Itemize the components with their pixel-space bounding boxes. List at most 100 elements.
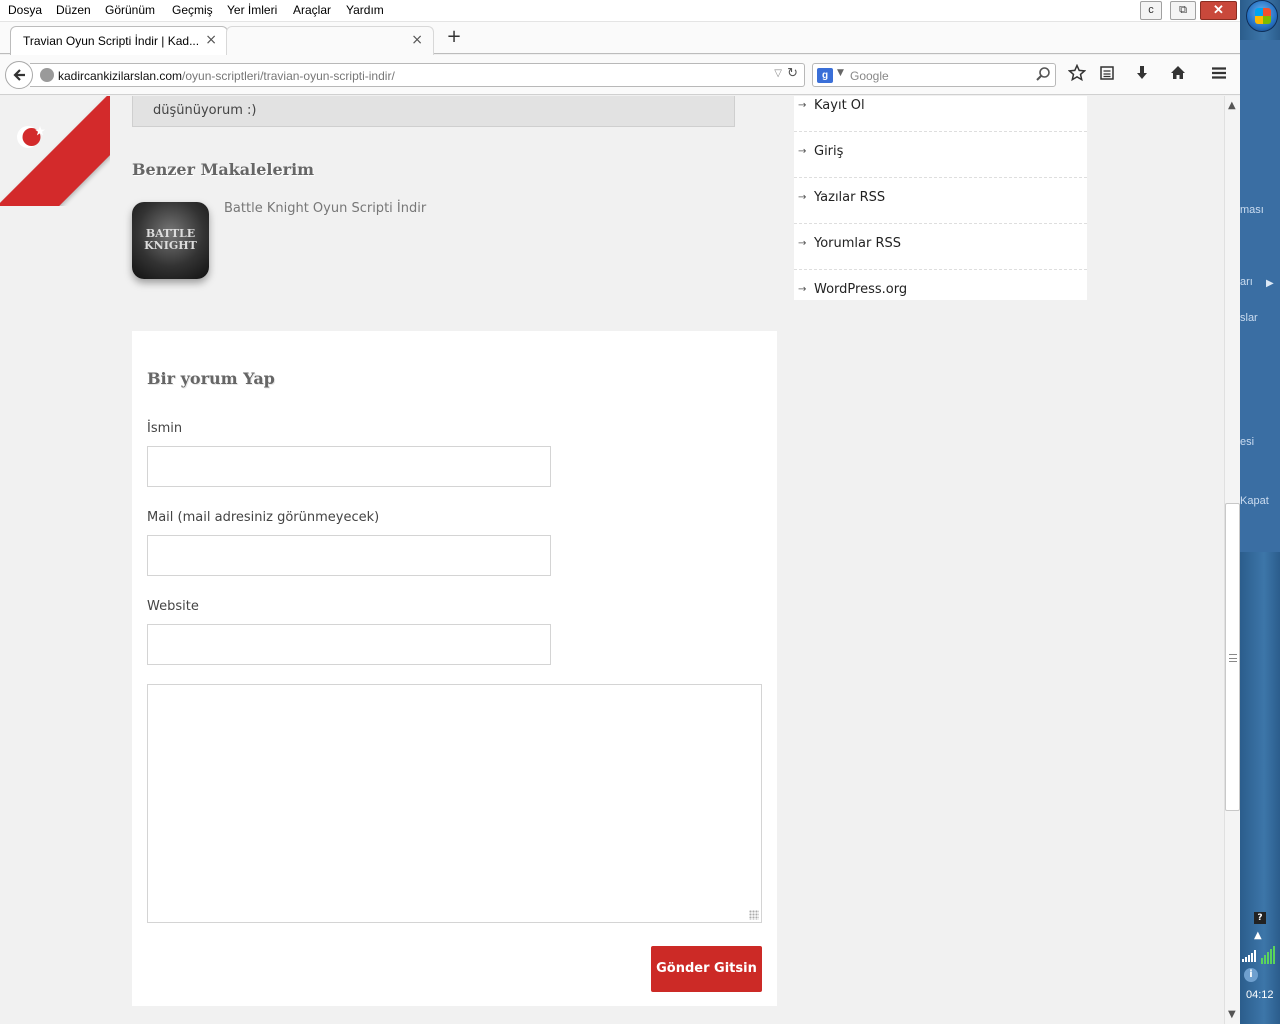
navigation-bar: kadircankizilarslan.com/oyun-scriptleri/…	[0, 55, 1240, 95]
home-icon[interactable]	[1167, 64, 1189, 86]
download-icon[interactable]	[1131, 64, 1153, 86]
url-path: /oyun-scriptleri/travian-oyun-scripti-in…	[182, 69, 395, 83]
comment-form: Bir yorum Yap İsmin Mail (mail adresiniz…	[132, 331, 777, 1006]
tab-inactive[interactable]: ×	[226, 26, 434, 55]
minimize-button[interactable]: c	[1140, 1, 1162, 20]
menu-help[interactable]: Yardım	[346, 3, 384, 17]
system-clock[interactable]: 04:12	[1246, 989, 1274, 1001]
url-dropdown-icon[interactable]: ▽	[774, 68, 782, 79]
info-icon[interactable]: i	[1244, 968, 1258, 982]
meta-item-login[interactable]: → Giriş	[794, 132, 1087, 178]
turkish-flag-ribbon	[0, 96, 110, 206]
globe-icon	[40, 68, 54, 82]
battery-bars-icon[interactable]	[1260, 946, 1276, 964]
house-icon	[1171, 66, 1185, 79]
scroll-thumb[interactable]	[1225, 503, 1240, 811]
star-icon	[1067, 63, 1087, 82]
tray-expand-icon[interactable]: ▲	[1254, 930, 1262, 941]
panel-text[interactable]: Kapat	[1240, 495, 1269, 507]
menu-file[interactable]: Dosya	[8, 3, 42, 17]
tab-bar: Travian Oyun Scripti İndir | Kad... × × …	[0, 22, 1240, 55]
sidebar-meta-widget: → Kayıt Ol → Giriş → Yazılar RSS → Yorum…	[794, 96, 1087, 300]
tab-title: Travian Oyun Scripti İndir | Kad...	[23, 34, 200, 48]
thumbnail-text: BATTLE KNIGHT	[144, 227, 197, 252]
arrow-right-icon: →	[798, 192, 807, 203]
search-bar[interactable]: g ▼ Google	[812, 63, 1056, 87]
website-label: Website	[147, 599, 199, 614]
related-post-link[interactable]: Battle Knight Oyun Scripti İndir	[224, 201, 426, 216]
scroll-up-icon[interactable]: ▲	[1228, 100, 1236, 111]
network-signal-icon[interactable]	[1242, 950, 1258, 962]
google-icon[interactable]: g	[817, 68, 833, 83]
related-posts-heading: Benzer Makalelerim	[132, 160, 315, 179]
url-text[interactable]: kadircankizilarslan.com/oyun-scriptleri/…	[58, 69, 395, 83]
comment-textarea[interactable]	[147, 684, 762, 923]
list-icon	[1100, 66, 1114, 80]
tab-close-icon[interactable]: ×	[411, 32, 423, 48]
menu-view[interactable]: Görünüm	[105, 3, 155, 17]
meta-item-label[interactable]: WordPress.org	[814, 282, 907, 297]
meta-item-posts-rss[interactable]: → Yazılar RSS	[794, 178, 1087, 224]
mail-label: Mail (mail adresiniz görünmeyecek)	[147, 510, 380, 525]
meta-item-wordpress[interactable]: → WordPress.org	[794, 270, 1087, 316]
name-label: İsmin	[147, 421, 183, 436]
crescent-star-icon	[17, 126, 45, 148]
vertical-scrollbar[interactable]: ▲ ▼	[1224, 96, 1240, 1024]
meta-item-label[interactable]: Yazılar RSS	[814, 190, 885, 205]
reading-list-icon[interactable]	[1096, 64, 1118, 86]
bookmark-star-icon[interactable]	[1066, 63, 1088, 86]
menu-bar: Dosya Düzen Görünüm Geçmiş Yer İmleri Ar…	[0, 0, 1240, 22]
help-icon[interactable]: ?	[1254, 912, 1266, 924]
close-window-button[interactable]: ✕	[1200, 1, 1237, 20]
scroll-down-icon[interactable]: ▼	[1228, 1009, 1236, 1020]
restore-button[interactable]: ⧉	[1170, 1, 1196, 20]
meta-item-label[interactable]: Yorumlar RSS	[814, 236, 901, 251]
tab-active[interactable]: Travian Oyun Scripti İndir | Kad... ×	[10, 26, 228, 55]
tab-close-icon[interactable]: ×	[205, 32, 217, 48]
menu-bookmarks[interactable]: Yer İmleri	[227, 3, 277, 17]
mail-input[interactable]	[147, 535, 551, 576]
windows-taskbar: ması ▶ arı slar esi Kapat ? ▲ i 04:12	[1240, 0, 1280, 1024]
meta-item-label[interactable]: Kayıt Ol	[814, 98, 865, 113]
comment-form-heading: Bir yorum Yap	[147, 369, 275, 388]
start-button-icon[interactable]	[1246, 0, 1278, 32]
meta-item-label[interactable]: Giriş	[814, 144, 843, 159]
grip-icon	[1229, 654, 1237, 662]
url-domain: kadircankizilarslan.com	[58, 69, 183, 83]
url-bar[interactable]: kadircankizilarslan.com/oyun-scriptleri/…	[30, 63, 805, 87]
panel-text[interactable]: slar	[1240, 312, 1258, 324]
arrow-right-icon: →	[798, 100, 807, 111]
chevron-right-icon[interactable]: ▶	[1266, 278, 1274, 289]
name-input[interactable]	[147, 446, 551, 487]
related-post-thumbnail[interactable]: BATTLE KNIGHT	[132, 202, 209, 279]
panel-text[interactable]: esi	[1240, 436, 1254, 448]
arrow-down-icon	[1137, 66, 1147, 79]
back-arrow-icon	[13, 69, 25, 81]
panel-text[interactable]: ması	[1240, 204, 1264, 216]
page-viewport: düşünüyorum :) Benzer Makalelerim BATTLE…	[0, 96, 1224, 1024]
search-placeholder[interactable]: Google	[850, 69, 889, 83]
resize-grip-icon[interactable]	[749, 910, 759, 920]
arrow-right-icon: →	[798, 146, 807, 157]
arrow-right-icon: →	[798, 284, 807, 295]
jump-list-panel: ması ▶ arı slar esi Kapat	[1240, 40, 1280, 552]
menu-history[interactable]: Geçmiş	[172, 3, 213, 17]
meta-item-register[interactable]: → Kayıt Ol	[794, 96, 1087, 132]
quote-box: düşünüyorum :)	[132, 96, 735, 127]
search-engine-dropdown-icon[interactable]: ▼	[837, 68, 844, 78]
magnifier-icon	[1036, 67, 1050, 81]
new-tab-button[interactable]: +	[444, 27, 464, 47]
arrow-right-icon: →	[798, 238, 807, 249]
submit-button[interactable]: Gönder Gitsin	[651, 946, 762, 992]
menu-tools[interactable]: Araçlar	[293, 3, 331, 17]
reload-icon[interactable]: ↻	[787, 66, 798, 81]
search-icon[interactable]	[1035, 66, 1051, 86]
panel-text[interactable]: arı	[1240, 276, 1253, 288]
meta-item-comments-rss[interactable]: → Yorumlar RSS	[794, 224, 1087, 270]
quote-text: düşünüyorum :)	[153, 103, 257, 118]
website-input[interactable]	[147, 624, 551, 665]
menu-icon[interactable]	[1208, 64, 1230, 86]
hamburger-icon	[1212, 67, 1226, 79]
menu-edit[interactable]: Düzen	[56, 3, 91, 17]
back-button[interactable]	[5, 61, 33, 89]
